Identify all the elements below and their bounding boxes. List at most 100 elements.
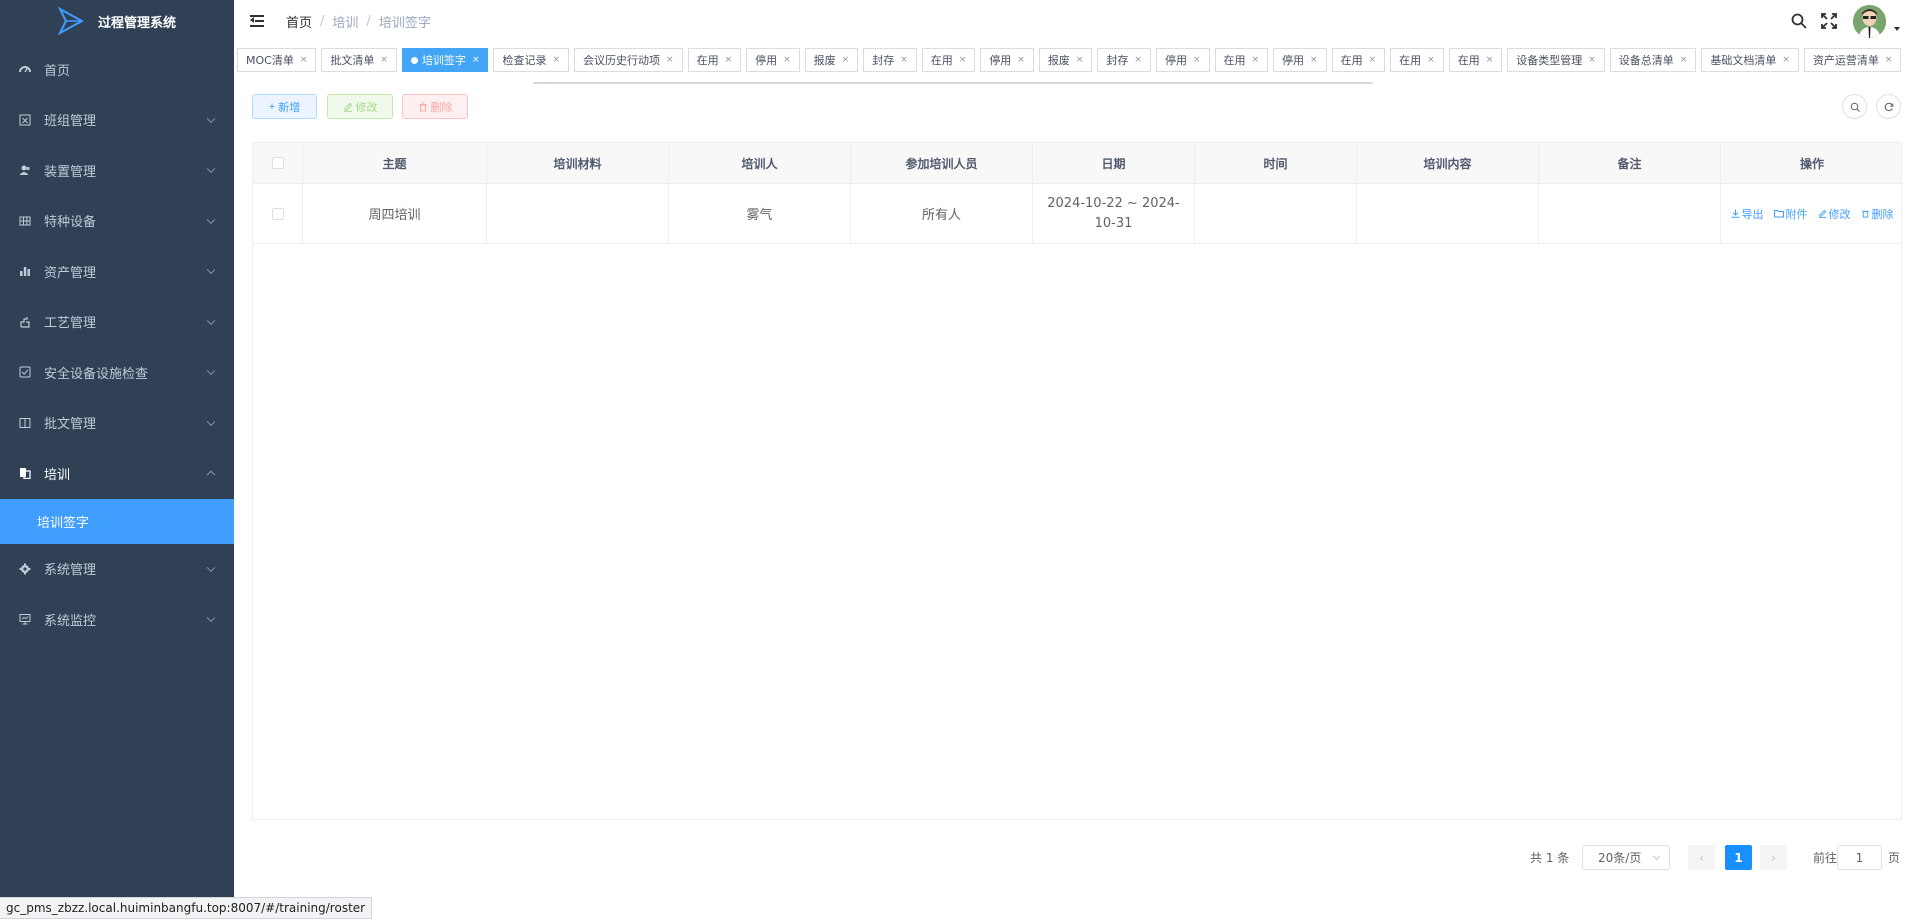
tag-item[interactable]: 封存 ×	[863, 48, 917, 72]
select-all-checkbox[interactable]	[271, 157, 284, 169]
attachment-link[interactable]: 附件	[1773, 206, 1808, 222]
tag-item[interactable]: 会议历史行动项 ×	[574, 48, 683, 72]
close-icon[interactable]: ×	[1782, 55, 1790, 65]
close-icon[interactable]: ×	[666, 55, 674, 65]
user-icon	[18, 164, 31, 177]
tags-scrollbar[interactable]	[533, 82, 1373, 84]
tag-item[interactable]: 报废 ×	[804, 48, 859, 72]
row-delete-link[interactable]: 删除	[1861, 206, 1894, 222]
edit-icon	[1818, 209, 1826, 218]
tag-item[interactable]: 在用 ×	[1390, 48, 1444, 72]
page-size-select[interactable]: 20条/页	[1582, 845, 1670, 870]
tag-item[interactable]: 停用 ×	[746, 48, 800, 72]
close-icon[interactable]: ×	[1680, 55, 1688, 65]
table-header: 主题 培训材料 培训人 参加培训人员 日期 时间 培训内容 备注 操作	[253, 143, 1901, 184]
sidebar-item[interactable]: 装置管理	[0, 145, 234, 196]
prev-page-button[interactable]: ‹	[1688, 845, 1715, 870]
tag-item[interactable]: 在用 ×	[1331, 48, 1386, 72]
tag-item[interactable]: 停用 ×	[980, 48, 1034, 72]
active-dot-icon	[410, 56, 418, 64]
book-icon	[18, 416, 31, 429]
check-icon	[18, 366, 31, 379]
close-icon[interactable]: ×	[1588, 55, 1596, 65]
refresh-button[interactable]	[1876, 94, 1901, 119]
tag-item[interactable]: 停用 ×	[1155, 48, 1210, 72]
logo[interactable]: 过程管理系统	[0, 0, 234, 42]
tag-item[interactable]: 停用 ×	[1273, 48, 1327, 72]
tag-item[interactable]: 设备总清单 ×	[1609, 48, 1697, 72]
close-icon[interactable]: ×	[842, 55, 850, 65]
chevron-left-icon: ‹	[1699, 850, 1704, 865]
search-toggle-button[interactable]	[1842, 94, 1867, 119]
export-link[interactable]: 导出	[1731, 206, 1764, 222]
close-icon[interactable]: ×	[300, 55, 308, 65]
page-suffix: 页	[1888, 851, 1901, 865]
chevron-down-icon[interactable]	[1894, 27, 1900, 31]
sidebar-item[interactable]: 系统监控	[0, 594, 234, 645]
tag-item[interactable]: 在用 ×	[687, 48, 742, 72]
fullscreen-icon[interactable]	[1819, 11, 1839, 31]
close-icon[interactable]: ×	[552, 55, 560, 65]
close-icon[interactable]: ×	[1369, 55, 1377, 65]
tag-item[interactable]: 基础文档清单 ×	[1701, 48, 1799, 72]
tag-item[interactable]: 在用 ×	[921, 48, 976, 72]
close-icon[interactable]: ×	[1076, 55, 1084, 65]
close-icon[interactable]: ×	[1310, 55, 1318, 65]
tag-item[interactable]: 检查记录 ×	[493, 48, 570, 72]
table-row[interactable]: 周四培训 雾气 所有人 2024-10-22 ~ 2024-10-31 导出 附…	[253, 184, 1901, 244]
row-checkbox[interactable]	[271, 207, 284, 220]
close-icon[interactable]: ×	[1193, 55, 1201, 65]
select-all-cell	[253, 143, 303, 183]
tag-item[interactable]: MOC清单 ×	[237, 48, 317, 72]
row-edit-link[interactable]: 修改	[1818, 206, 1851, 222]
tag-item[interactable]: 封存 ×	[1097, 48, 1151, 72]
page-number[interactable]: 1	[1725, 845, 1752, 870]
sidebar-subitem-training-sign[interactable]: 培训签字	[0, 498, 234, 544]
add-button[interactable]: + 新增	[252, 94, 317, 119]
close-icon[interactable]: ×	[725, 55, 733, 65]
close-icon[interactable]: ×	[1427, 55, 1435, 65]
sidebar-item[interactable]: 工艺管理	[0, 297, 234, 348]
close-icon[interactable]: ×	[783, 55, 791, 65]
chart-icon	[18, 265, 31, 278]
close-icon[interactable]: ×	[1252, 55, 1260, 65]
close-icon[interactable]: ×	[1885, 55, 1893, 65]
sidebar-item[interactable]: 安全设备设施检查	[0, 347, 234, 398]
delete-button[interactable]: 删除	[402, 94, 468, 119]
chevron-down-icon	[206, 265, 216, 275]
edit-button[interactable]: 修改	[327, 94, 393, 119]
close-icon[interactable]: ×	[1134, 55, 1142, 65]
breadcrumb-parent: 培训	[332, 15, 359, 31]
avatar[interactable]	[1853, 4, 1886, 38]
sidebar-item[interactable]: 资产管理	[0, 246, 234, 297]
tag-item[interactable]: 在用 ×	[1448, 48, 1503, 72]
tag-item[interactable]: 在用 ×	[1214, 48, 1269, 72]
sidebar-item[interactable]: 班组管理	[0, 95, 234, 146]
cell-date: 2024-10-22 ~ 2024-10-31	[1033, 184, 1195, 243]
close-icon[interactable]: ×	[959, 55, 967, 65]
tag-item[interactable]: 设备类型管理 ×	[1507, 48, 1605, 72]
goto-page-input[interactable]	[1837, 845, 1882, 870]
breadcrumb-home[interactable]: 首页	[286, 12, 312, 31]
next-page-button[interactable]: ›	[1760, 845, 1787, 870]
sidebar-item[interactable]: 批文管理	[0, 398, 234, 449]
tag-item[interactable]: 批文清单 ×	[321, 48, 397, 72]
search-icon	[1850, 102, 1860, 112]
tag-item[interactable]: 培训签字 ×	[401, 48, 489, 72]
tag-item[interactable]: 资产运营清单 ×	[1803, 48, 1902, 72]
sidebar-item[interactable]: 特种设备	[0, 196, 234, 247]
search-icon[interactable]	[1789, 11, 1809, 31]
sidebar-toggle-icon[interactable]	[250, 14, 266, 28]
sidebar-item[interactable]: 首页	[0, 44, 234, 95]
sidebar-item[interactable]: 培训	[0, 448, 234, 499]
chevron-down-icon	[206, 215, 216, 224]
close-icon[interactable]: ×	[1017, 55, 1025, 65]
sidebar-item[interactable]: 系统管理	[0, 544, 234, 595]
close-icon[interactable]: ×	[1486, 55, 1494, 65]
sidebar-item-label: 装置管理	[44, 164, 97, 180]
tag-item[interactable]: 报废 ×	[1038, 48, 1093, 72]
close-icon[interactable]: ×	[900, 55, 908, 65]
close-icon[interactable]: ×	[472, 55, 480, 65]
close-icon[interactable]: ×	[380, 55, 388, 65]
refresh-icon	[1884, 102, 1893, 111]
